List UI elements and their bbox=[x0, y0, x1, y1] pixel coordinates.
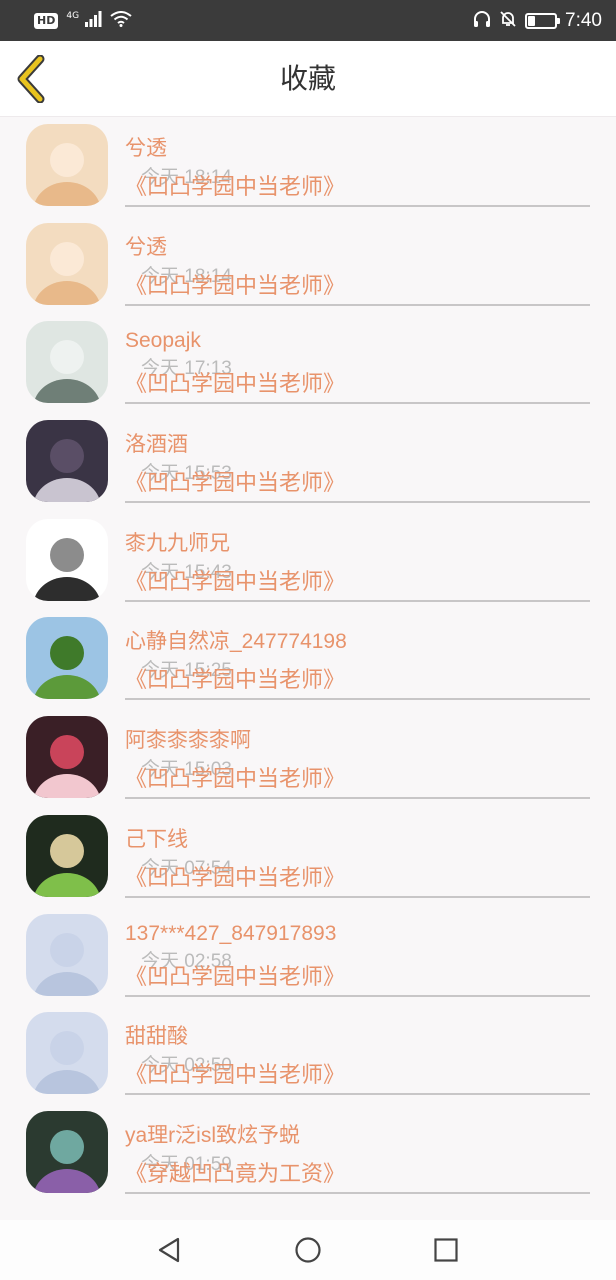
battery-icon bbox=[525, 12, 561, 29]
item-user-name: 137***427_847917893 bbox=[125, 921, 337, 945]
signal-icon: 4G bbox=[66, 10, 102, 31]
avatar[interactable] bbox=[26, 814, 108, 897]
item-user-name: 洛酒酒 bbox=[125, 433, 188, 457]
bell-muted-icon bbox=[499, 10, 517, 32]
list-item[interactable]: ya理r泛isl致炫予蜕 今天 01:59 《穿越凹凸竟为工资》 bbox=[0, 1104, 616, 1203]
list-item[interactable]: 甜甜酸 今天 02:50 《凹凸学园中当老师》 bbox=[0, 1005, 616, 1104]
navigation-bar bbox=[0, 1220, 616, 1280]
item-book-title[interactable]: 《凹凸学园中当老师》 bbox=[125, 761, 345, 793]
back-nav-button[interactable] bbox=[154, 1234, 186, 1266]
item-book-title[interactable]: 《凹凸学园中当老师》 bbox=[125, 959, 345, 991]
list-item[interactable]: 兮透 今天 18:14 《凹凸学园中当老师》 bbox=[0, 117, 616, 216]
item-user-name: 桼九九师兄 bbox=[125, 531, 230, 555]
wifi-icon bbox=[110, 10, 132, 31]
list-item[interactable]: 阿桼桼桼桼啊 今天 15:03 《凹凸学园中当老师》 bbox=[0, 709, 616, 808]
item-user-name: 阿桼桼桼桼啊 bbox=[125, 729, 251, 753]
item-divider bbox=[125, 205, 590, 207]
avatar[interactable] bbox=[26, 617, 108, 700]
clock: 7:40 bbox=[565, 9, 602, 31]
avatar[interactable] bbox=[26, 124, 108, 206]
status-left: HD 4G bbox=[34, 10, 132, 31]
item-divider bbox=[125, 895, 590, 898]
item-divider bbox=[125, 599, 590, 602]
header: 收藏 bbox=[0, 41, 616, 117]
hd-icon: HD bbox=[34, 12, 59, 29]
item-book-title[interactable]: 《凹凸学园中当老师》 bbox=[125, 1057, 345, 1089]
list-item[interactable]: 己下线 今天 07:54 《凹凸学园中当老师》 bbox=[0, 808, 616, 907]
item-book-title[interactable]: 《凹凸学园中当老师》 bbox=[125, 662, 345, 694]
favorites-list[interactable]: 兮透 今天 18:14 《凹凸学园中当老师》 兮透 今天 18:14 《凹凸学园中当老师》… bbox=[0, 117, 616, 1220]
item-user-name: 心静自然凉_247774198 bbox=[125, 630, 347, 654]
app-screen: HD 4G 7:40 收藏 兮透 今天 18:14 《凹凸学园中当老师》 兮透 … bbox=[0, 0, 616, 1280]
item-user-name: ya理r泛isl致炫予蜕 bbox=[125, 1123, 301, 1147]
avatar[interactable] bbox=[26, 518, 108, 601]
item-user-name: 甜甜酸 bbox=[125, 1025, 188, 1049]
list-item[interactable]: Seopajk 今天 17:13 《凹凸学园中当老师》 bbox=[0, 314, 616, 413]
avatar-image bbox=[26, 420, 108, 503]
avatar-image bbox=[26, 321, 108, 404]
item-divider bbox=[125, 501, 590, 504]
item-user-name: 兮透 bbox=[125, 137, 167, 160]
avatar[interactable] bbox=[26, 1012, 108, 1095]
network-label: 4G bbox=[66, 10, 80, 21]
avatar[interactable] bbox=[26, 913, 108, 996]
square-recents-icon bbox=[434, 1238, 458, 1262]
home-nav-button[interactable] bbox=[292, 1234, 324, 1266]
item-divider bbox=[125, 1093, 590, 1096]
item-divider bbox=[125, 797, 590, 800]
item-book-title[interactable]: 《凹凸学园中当老师》 bbox=[125, 169, 345, 201]
item-book-title[interactable]: 《凹凸学园中当老师》 bbox=[125, 860, 345, 892]
item-user-name: Seopajk bbox=[125, 329, 201, 353]
list-item[interactable]: 兮透 今天 18:14 《凹凸学园中当老师》 bbox=[0, 216, 616, 315]
list-item[interactable]: 心静自然凉_247774198 今天 15:25 《凹凸学园中当老师》 bbox=[0, 610, 616, 709]
circle-home-icon bbox=[295, 1237, 321, 1263]
status-bar: HD 4G 7:40 bbox=[0, 0, 616, 41]
item-book-title[interactable]: 《凹凸学园中当老师》 bbox=[125, 366, 345, 398]
avatar[interactable] bbox=[26, 222, 108, 305]
recents-nav-button[interactable] bbox=[430, 1234, 462, 1266]
item-book-title[interactable]: 《凹凸学园中当老师》 bbox=[125, 268, 345, 300]
item-user-name: 己下线 bbox=[125, 827, 188, 851]
item-user-name: 兮透 bbox=[125, 235, 167, 259]
avatar-image bbox=[26, 1012, 108, 1095]
avatar-image bbox=[26, 617, 108, 700]
battery-level bbox=[528, 15, 536, 26]
list-item[interactable]: 137***427_847917893 今天 02:58 《凹凸学园中当老师》 bbox=[0, 907, 616, 1006]
avatar-image bbox=[26, 222, 108, 305]
avatar-image bbox=[26, 716, 108, 799]
avatar[interactable] bbox=[26, 716, 108, 799]
item-book-title[interactable]: 《穿越凹凸竟为工资》 bbox=[125, 1156, 345, 1188]
avatar[interactable] bbox=[26, 420, 108, 503]
avatar-image bbox=[26, 124, 108, 206]
item-book-title[interactable]: 《凹凸学园中当老师》 bbox=[125, 465, 345, 497]
list-item[interactable]: 桼九九师兄 今天 15:43 《凹凸学园中当老师》 bbox=[0, 512, 616, 611]
avatar[interactable] bbox=[26, 1110, 108, 1193]
item-divider bbox=[125, 1191, 590, 1194]
list-item[interactable]: 洛酒酒 今天 15:53 《凹凸学园中当老师》 bbox=[0, 413, 616, 512]
avatar-image bbox=[26, 913, 108, 996]
page-title: 收藏 bbox=[279, 62, 336, 95]
item-divider bbox=[125, 994, 590, 997]
avatar-image bbox=[26, 814, 108, 897]
avatar-image bbox=[26, 1110, 108, 1193]
item-divider bbox=[125, 303, 590, 306]
headphones-icon bbox=[473, 10, 491, 32]
avatar-image bbox=[26, 518, 108, 601]
avatar[interactable] bbox=[26, 321, 108, 404]
item-book-title[interactable]: 《凹凸学园中当老师》 bbox=[125, 564, 345, 596]
status-right: 7:40 bbox=[473, 10, 602, 32]
item-divider bbox=[125, 698, 590, 701]
triangle-back-icon bbox=[158, 1237, 180, 1263]
item-divider bbox=[125, 402, 590, 405]
